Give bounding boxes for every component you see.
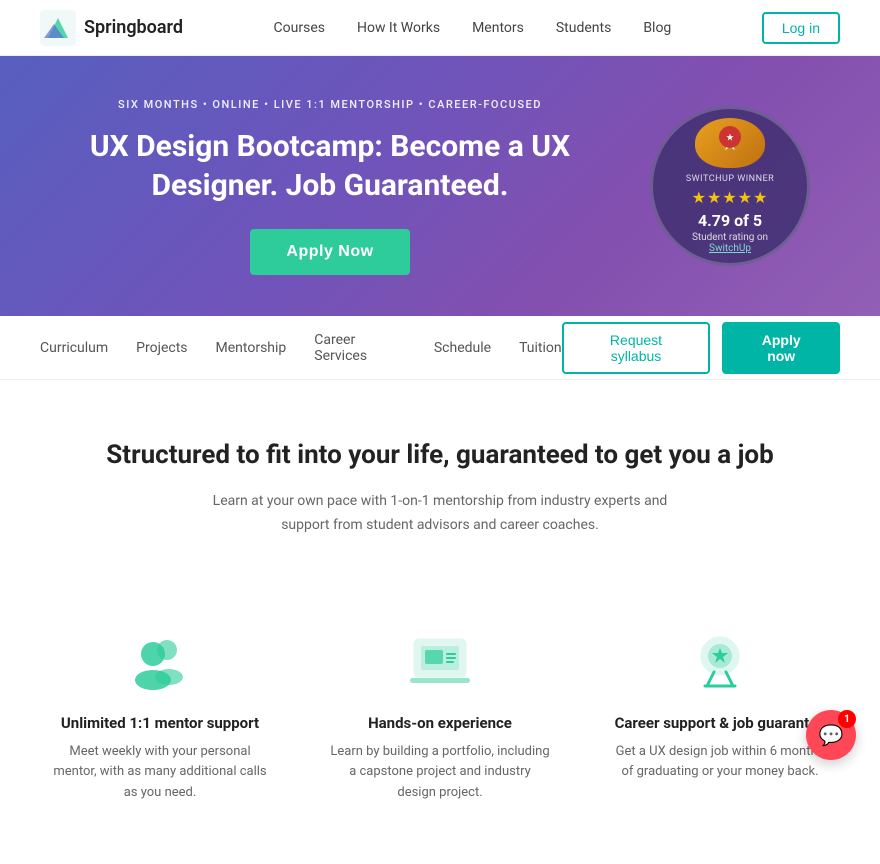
nav-blog[interactable]: Blog: [643, 20, 671, 36]
subnav-schedule[interactable]: Schedule: [434, 336, 491, 360]
logo-icon: [40, 10, 76, 46]
nav-mentors[interactable]: Mentors: [472, 20, 524, 36]
hero-section: SIX MONTHS • ONLINE • LIVE 1:1 MENTORSHI…: [0, 56, 880, 316]
feature-mentor-desc: Meet weekly with your personal mentor, w…: [50, 742, 270, 804]
subnav: Curriculum Projects Mentorship Career Se…: [0, 316, 880, 380]
feature-hands-on-title: Hands-on experience: [330, 714, 550, 732]
feature-hands-on: Hands-on experience Learn by building a …: [330, 628, 550, 804]
logo-text: Springboard: [84, 17, 183, 38]
badge-inner: ★: [719, 126, 741, 148]
rating-sub-label: Student rating on: [692, 232, 768, 243]
chat-icon: 💬: [819, 723, 844, 747]
navbar-actions: Log in: [762, 12, 840, 44]
switchup-link[interactable]: SwitchUp: [709, 243, 751, 254]
logo[interactable]: Springboard: [40, 10, 183, 46]
features-section: Unlimited 1:1 mentor support Meet weekly…: [0, 628, 880, 864]
nav-students[interactable]: Students: [556, 20, 611, 36]
nav-courses[interactable]: Courses: [274, 20, 325, 36]
hero-tag: SIX MONTHS • ONLINE • LIVE 1:1 MENTORSHI…: [70, 98, 590, 111]
feature-career-title: Career support & job guarantee: [610, 714, 830, 732]
mentor-icon: [125, 628, 195, 698]
feature-hands-on-desc: Learn by building a portfolio, including…: [330, 742, 550, 804]
hero-rating-badge: ★ SWITCHUP WINNER ★★★★★ 4.79 of 5 Studen…: [650, 106, 810, 266]
subnav-links: Curriculum Projects Mentorship Career Se…: [40, 328, 562, 368]
hero-apply-button[interactable]: Apply Now: [250, 229, 409, 275]
switchup-badge: ★: [695, 118, 765, 168]
subnav-mentorship[interactable]: Mentorship: [216, 336, 287, 360]
laptop-icon: [405, 628, 475, 698]
subnav-curriculum[interactable]: Curriculum: [40, 336, 108, 360]
nav-how-it-works[interactable]: How It Works: [357, 20, 440, 36]
login-button[interactable]: Log in: [762, 12, 840, 44]
badge-star-icon: ★: [726, 133, 733, 142]
badge-label: SWITCHUP WINNER: [686, 174, 774, 184]
main-title: Structured to fit into your life, guaran…: [40, 440, 840, 470]
feature-mentor-title: Unlimited 1:1 mentor support: [50, 714, 270, 732]
hero-content: SIX MONTHS • ONLINE • LIVE 1:1 MENTORSHI…: [70, 98, 590, 275]
chat-button[interactable]: 💬 1: [806, 710, 856, 760]
rating-stars: ★★★★★: [692, 188, 769, 207]
rating-score: 4.79 of 5: [698, 211, 762, 230]
hero-title: UX Design Bootcamp: Become a UX Designer…: [70, 127, 590, 205]
chat-badge: 1: [838, 710, 856, 728]
feature-mentor: Unlimited 1:1 mentor support Meet weekly…: [50, 628, 270, 804]
main-desc: Learn at your own pace with 1-on-1 mento…: [190, 490, 690, 538]
request-syllabus-button[interactable]: Request syllabus: [562, 322, 711, 374]
feature-career: Career support & job guarantee Get a UX …: [610, 628, 830, 804]
subnav-tuition[interactable]: Tuition: [519, 336, 562, 360]
subnav-actions: Request syllabus Apply now: [562, 322, 840, 374]
subnav-projects[interactable]: Projects: [136, 336, 187, 360]
main-section: Structured to fit into your life, guaran…: [0, 380, 880, 628]
subnav-career-services[interactable]: Career Services: [314, 328, 406, 368]
award-icon: [685, 628, 755, 698]
subnav-apply-button[interactable]: Apply now: [722, 322, 840, 374]
feature-career-desc: Get a UX design job within 6 months of g…: [610, 742, 830, 784]
navbar-links: Courses How It Works Mentors Students Bl…: [274, 20, 672, 36]
navbar: Springboard Courses How It Works Mentors…: [0, 0, 880, 56]
